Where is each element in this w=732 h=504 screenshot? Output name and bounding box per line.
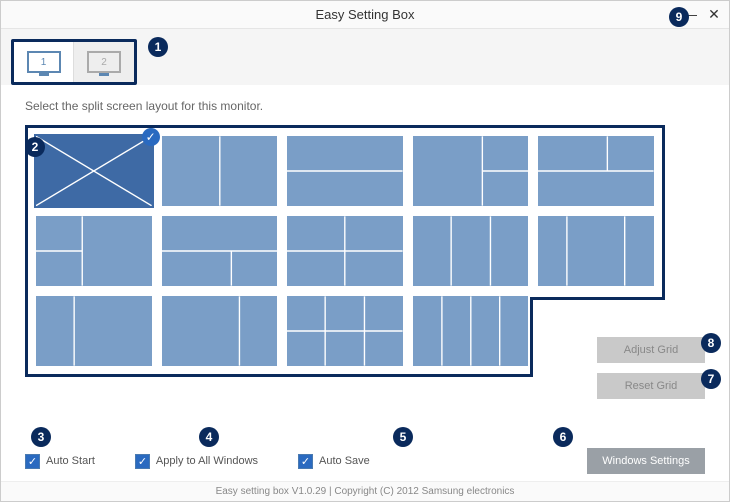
windows-settings-button[interactable]: Windows Settings [587, 448, 705, 474]
checkbox-icon: ✓ [25, 454, 40, 469]
layout-option-left-split[interactable] [36, 216, 152, 286]
callout-3: 3 [31, 427, 51, 447]
callout-8: 8 [701, 333, 721, 353]
auto-save-checkbox[interactable]: ✓ Auto Save [298, 454, 370, 469]
layout-option-1x1[interactable]: ✓ [36, 136, 152, 206]
layout-option-2col[interactable] [162, 136, 278, 206]
monitor-tab-2[interactable]: 2 [74, 42, 134, 82]
layout-option-2row[interactable] [287, 136, 403, 206]
window-title: Easy Setting Box [316, 7, 415, 22]
adjust-grid-button[interactable]: Adjust Grid [597, 337, 705, 363]
content-area: Select the split screen layout for this … [1, 85, 729, 441]
layout-option-top-right-split[interactable] [538, 136, 654, 206]
auto-save-label: Auto Save [319, 455, 370, 467]
apply-all-checkbox[interactable]: ✓ Apply to All Windows [135, 454, 258, 469]
layout-option-4grid[interactable] [287, 216, 403, 286]
check-icon: ✓ [142, 128, 160, 146]
monitor-tab-group: 1 2 [11, 39, 137, 85]
callout-4: 4 [199, 427, 219, 447]
layout-option-left-third[interactable] [36, 296, 152, 366]
titlebar: Easy Setting Box — ✕ [1, 1, 729, 29]
layout-option-right-split[interactable] [413, 136, 529, 206]
instruction-text: Select the split screen layout for this … [25, 99, 705, 113]
app-window: Easy Setting Box — ✕ 1 2 Select the spli… [0, 0, 730, 502]
layout-option-6grid[interactable] [287, 296, 403, 366]
callout-5: 5 [393, 427, 413, 447]
callout-2: 2 [25, 137, 45, 157]
layout-option-3col[interactable] [413, 216, 529, 286]
callout-7: 7 [701, 369, 721, 389]
footer-bar: ✓ Auto Start ✓ Apply to All Windows ✓ Au… [1, 441, 729, 481]
copyright-text: Easy setting box V1.0.29 | Copyright (C)… [1, 481, 729, 501]
side-button-group: Adjust Grid Reset Grid [597, 337, 705, 399]
auto-start-label: Auto Start [46, 455, 95, 467]
reset-grid-button[interactable]: Reset Grid [597, 373, 705, 399]
checkbox-icon: ✓ [298, 454, 313, 469]
monitor-icon: 1 [27, 51, 61, 73]
monitor-tab-1[interactable]: 1 [14, 42, 74, 82]
layout-option-right-third[interactable] [162, 296, 278, 366]
layout-grid: ✓ [25, 125, 665, 377]
apply-all-label: Apply to All Windows [156, 455, 258, 467]
close-button[interactable]: ✕ [705, 5, 723, 23]
auto-start-checkbox[interactable]: ✓ Auto Start [25, 454, 95, 469]
layout-option-bottom-right-split[interactable] [162, 216, 278, 286]
monitor-tabbar: 1 2 [1, 29, 729, 85]
monitor-icon: 2 [87, 51, 121, 73]
callout-1: 1 [148, 37, 168, 57]
checkbox-icon: ✓ [135, 454, 150, 469]
callout-9: 9 [669, 7, 689, 27]
callout-6: 6 [553, 427, 573, 447]
layout-option-3col-narrow[interactable] [538, 216, 654, 286]
layout-option-4col[interactable] [413, 296, 529, 366]
